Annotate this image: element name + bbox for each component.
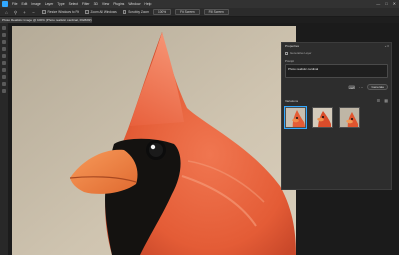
window-controls: — □ ✕: [376, 1, 396, 6]
options-bar: ⌂ ⚲ + − Resize Windows to Fit Zoom All W…: [0, 8, 399, 17]
menu-file[interactable]: File: [12, 0, 17, 8]
menu-window[interactable]: Window: [128, 0, 140, 8]
prompt-input[interactable]: Photo realistic cardinal: [285, 64, 388, 78]
variations-header: Variations ☰ ▦: [282, 90, 391, 103]
variations-thumbnails: [282, 103, 391, 130]
scrubby-zoom-checkbox[interactable]: Scrubby Zoom: [122, 10, 149, 14]
zoom-tool-icon[interactable]: [2, 89, 6, 93]
resize-windows-checkbox[interactable]: Resize Windows to Fit: [42, 10, 79, 14]
variation-image: [313, 108, 332, 127]
properties-panel: Properties « ≡ Generative Layer Prompt P…: [281, 42, 392, 190]
fill-screen-button[interactable]: Fill Screen: [203, 9, 229, 15]
move-tool-icon[interactable]: [2, 26, 6, 30]
brush-tool-icon[interactable]: [2, 68, 6, 72]
zoom-tool-icon[interactable]: ⚲: [13, 10, 18, 15]
generative-layer-label: Generative Layer: [290, 51, 312, 55]
variations-label: Variations: [285, 98, 299, 103]
variation-image: [340, 108, 359, 127]
grid-view-icon[interactable]: ▦: [384, 98, 388, 103]
list-view-icon[interactable]: ☰: [377, 98, 381, 103]
generate-row: ⌨ ⋯ Generate: [282, 78, 391, 90]
generate-button[interactable]: Generate: [367, 84, 388, 90]
zoom-100-button[interactable]: 100%: [152, 9, 172, 15]
fit-screen-button[interactable]: Fit Screen: [175, 9, 200, 15]
prompt-label: Prompt: [285, 59, 295, 63]
tools-panel: [0, 23, 8, 255]
more-options-icon[interactable]: ⋯: [359, 85, 364, 90]
hand-tool-icon[interactable]: [2, 82, 6, 86]
resize-windows-label: Resize Windows to Fit: [47, 10, 80, 14]
generative-layer-icon: [285, 51, 288, 55]
feedback-icon[interactable]: ⌨: [348, 85, 355, 90]
menu-view[interactable]: View: [102, 0, 109, 8]
close-button[interactable]: ✕: [393, 1, 396, 6]
home-icon[interactable]: ⌂: [4, 10, 9, 15]
panel-menu-icon[interactable]: « ≡: [385, 44, 389, 48]
generative-layer-row: Generative Layer: [282, 49, 391, 57]
scrubby-zoom-label: Scrubby Zoom: [128, 10, 149, 14]
menu-plugins[interactable]: Plugins: [113, 0, 124, 8]
menu-bar: File Edit Image Layer Type Select Filter…: [0, 0, 399, 8]
checkbox-box[interactable]: [42, 10, 46, 14]
menu-help[interactable]: Help: [144, 0, 151, 8]
variation-image: [286, 108, 305, 127]
lasso-tool-icon[interactable]: [2, 40, 6, 44]
crop-tool-icon[interactable]: [2, 54, 6, 58]
marquee-tool-icon[interactable]: [2, 33, 6, 37]
cardinal-photo[interactable]: [12, 26, 296, 255]
menu-filter[interactable]: Filter: [82, 0, 90, 8]
view-mode-icons: ☰ ▦: [377, 98, 388, 103]
selection-tool-icon[interactable]: [2, 47, 6, 51]
maximize-button[interactable]: □: [385, 1, 387, 6]
menu-select[interactable]: Select: [69, 0, 78, 8]
variation-thumbnail-3[interactable]: [339, 107, 360, 128]
variation-thumbnail-2[interactable]: [312, 107, 333, 128]
zoom-all-windows-checkbox[interactable]: Zoom All Windows: [85, 10, 117, 14]
checkbox-box[interactable]: [122, 10, 127, 14]
zoom-out-icon[interactable]: −: [31, 10, 36, 15]
menu-layer[interactable]: Layer: [45, 0, 53, 8]
menu-edit[interactable]: Edit: [21, 0, 27, 8]
zoom-in-icon[interactable]: +: [22, 10, 27, 15]
menu-image[interactable]: Image: [31, 0, 40, 8]
menu-3d[interactable]: 3D: [94, 0, 98, 8]
minimize-button[interactable]: —: [376, 1, 380, 6]
cardinal-image: [12, 26, 296, 255]
type-tool-icon[interactable]: [2, 75, 6, 79]
menu-type[interactable]: Type: [57, 0, 64, 8]
photoshop-logo-icon: [2, 1, 8, 7]
variation-thumbnail-1[interactable]: [283, 105, 308, 130]
zoom-all-windows-label: Zoom All Windows: [90, 10, 117, 14]
properties-title: Properties: [285, 44, 300, 48]
checkbox-box[interactable]: [85, 10, 89, 14]
eyedropper-tool-icon[interactable]: [2, 61, 6, 65]
